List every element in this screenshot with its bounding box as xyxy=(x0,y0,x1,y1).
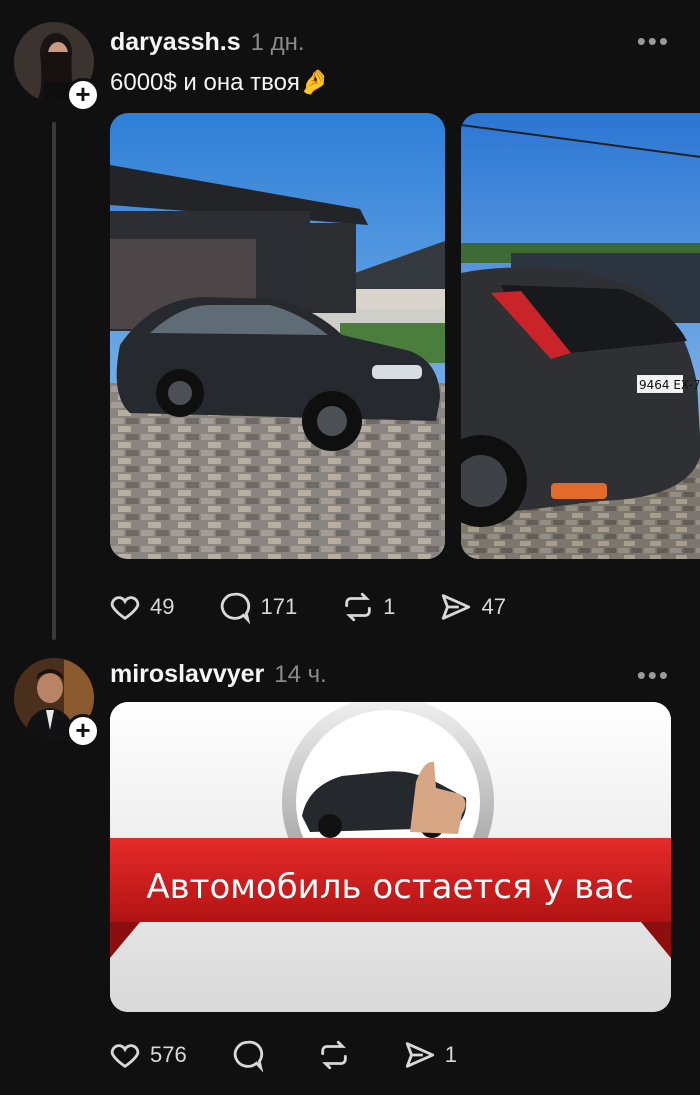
post-header: daryassh.s 1 дн. xyxy=(110,28,305,57)
follow-plus-icon[interactable]: + xyxy=(66,714,100,748)
heart-icon xyxy=(110,596,140,621)
post-photo-2[interactable]: 9464 EX-7 xyxy=(461,113,700,559)
share-count: 1 xyxy=(444,1042,457,1067)
repost-button[interactable] xyxy=(317,1038,359,1072)
post-time: 1 дн. xyxy=(250,29,305,56)
share-button[interactable]: 47 xyxy=(439,590,506,624)
follow-plus-icon[interactable]: + xyxy=(66,78,100,112)
like-button[interactable]: 576 xyxy=(108,1038,187,1072)
comment-button[interactable] xyxy=(231,1038,273,1072)
post-photo-1[interactable] xyxy=(110,113,445,559)
comment-icon xyxy=(233,1040,263,1072)
comment-icon xyxy=(221,592,251,624)
media-carousel[interactable]: 9464 EX-7 xyxy=(110,113,700,559)
post-time: 14 ч. xyxy=(274,661,327,688)
like-count: 49 xyxy=(150,594,175,619)
repost-icon xyxy=(320,1040,347,1070)
post-header: miroslavvyer 14 ч. xyxy=(110,660,327,689)
share-button[interactable]: 1 xyxy=(403,1038,457,1072)
post-1-avatar-wrap[interactable]: + xyxy=(14,22,100,112)
comment-button[interactable]: 171 xyxy=(218,590,297,624)
heart-icon xyxy=(110,1044,140,1069)
share-icon xyxy=(442,594,471,620)
car-stays-banner: Автомобиль остается у вас xyxy=(110,702,671,1012)
repost-button[interactable]: 1 xyxy=(341,590,395,624)
post-actions: 576 1 xyxy=(108,1038,501,1072)
plate-text: 9464 EX-7 xyxy=(639,378,700,392)
car-rear-photo: 9464 EX-7 xyxy=(461,113,700,559)
more-icon[interactable]: ••• xyxy=(637,26,670,57)
share-count: 47 xyxy=(481,594,506,619)
post-banner-image[interactable]: Автомобиль остается у вас xyxy=(110,702,671,1012)
like-count: 576 xyxy=(150,1042,187,1067)
post-actions: 49 171 1 47 xyxy=(108,590,550,624)
more-icon[interactable]: ••• xyxy=(637,660,670,691)
post-2: + miroslavvyer 14 ч. ••• Автомобиль оста… xyxy=(0,650,700,1095)
car-side-photo xyxy=(110,113,445,559)
banner-text: Автомобиль остается у вас xyxy=(146,867,633,907)
comment-count: 171 xyxy=(260,594,298,619)
repost-count: 1 xyxy=(383,594,396,619)
like-button[interactable]: 49 xyxy=(108,590,174,624)
post-caption: 6000$ и она твоя🤌 xyxy=(110,69,330,96)
username[interactable]: miroslavvyer xyxy=(110,660,264,689)
post-1: + daryassh.s 1 дн. ••• 6000$ и она твоя🤌 xyxy=(0,0,700,650)
thread-line xyxy=(52,122,56,640)
share-icon xyxy=(405,1042,434,1068)
post-2-avatar-wrap[interactable]: + xyxy=(14,658,100,748)
username[interactable]: daryassh.s xyxy=(110,28,241,57)
repost-icon xyxy=(345,592,371,622)
